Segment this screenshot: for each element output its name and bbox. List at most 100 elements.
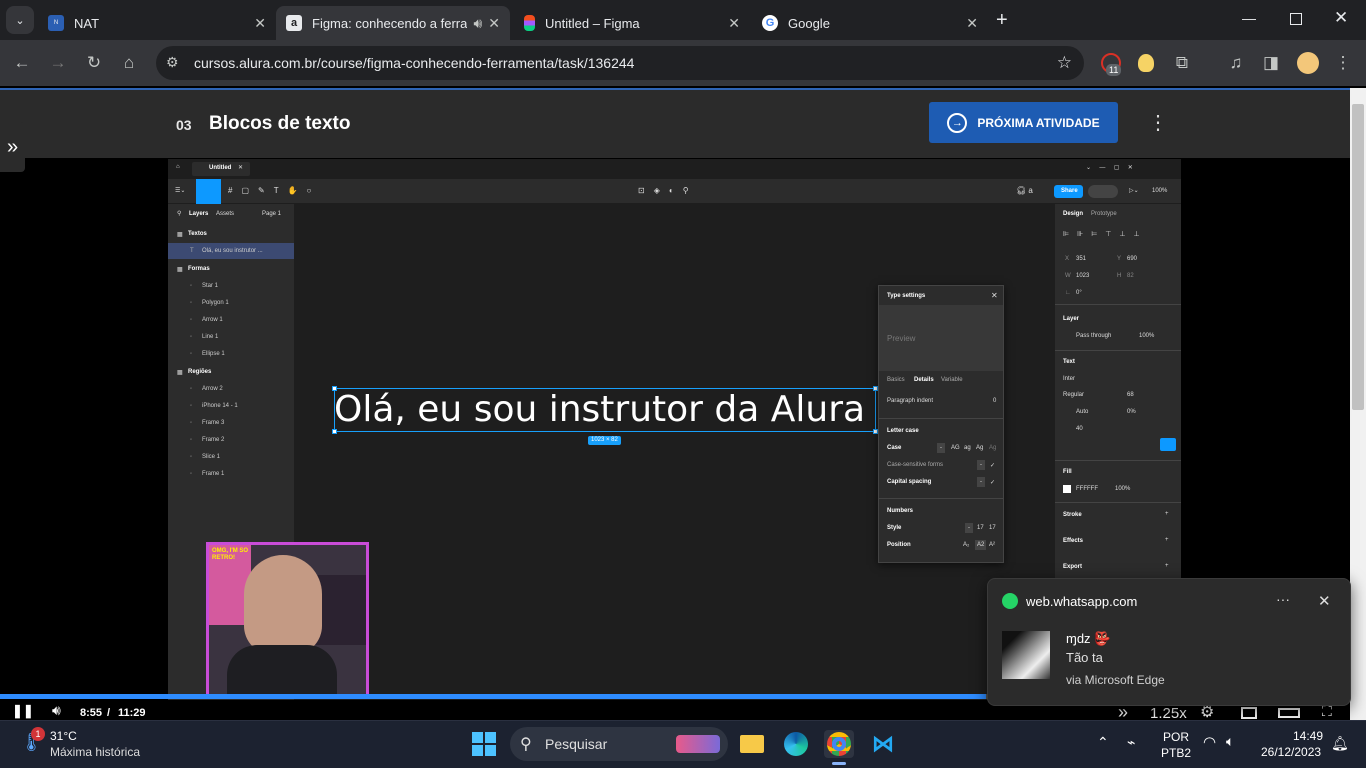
letter-case-heading: Letter case: [887, 428, 919, 434]
file-explorer-icon[interactable]: [737, 730, 767, 758]
style-option: 17: [977, 525, 984, 531]
layer-label: Formas: [188, 266, 210, 272]
arrow-right-circle-icon: →: [947, 112, 968, 133]
notification-more-icon[interactable]: ···: [1276, 591, 1290, 607]
taskbar-search[interactable]: ⚲ Pesquisar: [510, 727, 728, 761]
browser-tab-figma[interactable]: Untitled – Figma ✕: [514, 6, 750, 40]
speaker-icon[interactable]: 🔈︎: [1226, 733, 1234, 750]
pause-icon[interactable]: ❚❚: [12, 703, 34, 719]
browser-tab-nat[interactable]: N NAT ✕: [38, 6, 276, 40]
windows-logo: [472, 732, 496, 756]
reload-icon[interactable]: ↻: [82, 53, 106, 73]
layer-label: iPhone 14 - 1: [202, 403, 238, 409]
forward-icon[interactable]: →: [46, 53, 70, 73]
site-info-icon[interactable]: ⚙: [166, 54, 179, 71]
h-value: 82: [1127, 273, 1134, 279]
back-icon[interactable]: ←: [10, 53, 34, 73]
restore-window-icon[interactable]: [1290, 13, 1302, 25]
extensions-puzzle-icon[interactable]: ⧉: [1170, 53, 1194, 73]
video-progress-fill: [0, 694, 986, 699]
layer-label: Slice 1: [202, 454, 221, 460]
paragraph-indent-value: 0: [993, 398, 997, 404]
notification-close-icon[interactable]: ✕: [1318, 592, 1331, 610]
profile-avatar[interactable]: [1297, 52, 1319, 74]
chrome-menu-icon[interactable]: ⋮: [1331, 53, 1355, 73]
current-time: 8:55: [80, 707, 103, 719]
minimize-window-icon[interactable]: —: [1242, 10, 1256, 26]
notification-message: Tão ta: [1066, 650, 1103, 665]
url-text: cursos.alura.com.br/course/figma-conhece…: [194, 55, 635, 71]
figma-file-tab-label: Untitled: [209, 165, 232, 171]
clock-time[interactable]: 14:49: [1293, 729, 1323, 743]
frame-icon: ▦: [177, 369, 183, 376]
type-tab-details: Details: [914, 377, 934, 383]
more-options-icon[interactable]: ⋮: [1148, 110, 1168, 135]
language-1[interactable]: POR: [1163, 730, 1189, 744]
layer-label: Frame 2: [202, 437, 225, 443]
browser-tab-google[interactable]: G Google ✕: [752, 6, 988, 40]
layer-label: Star 1: [202, 283, 219, 289]
bulb-extension-icon[interactable]: [1138, 54, 1154, 72]
edge-browser-icon[interactable]: [781, 730, 811, 758]
close-tab-icon[interactable]: ✕: [488, 15, 500, 32]
design-tab: Design: [1063, 211, 1084, 217]
shape-icon: ◦: [190, 317, 193, 323]
divider: [1055, 304, 1181, 305]
position-option: A²: [989, 542, 995, 548]
new-tab-button[interactable]: +: [996, 9, 1008, 32]
close-tab-icon[interactable]: ✕: [966, 15, 978, 32]
activity-title: Blocos de texto: [209, 113, 351, 134]
tab-search-button[interactable]: ⌄: [6, 6, 34, 34]
whatsapp-icon: [1002, 593, 1018, 609]
side-panel-icon[interactable]: ◨: [1259, 53, 1283, 73]
notification-bell-icon[interactable]: 🔔︎: [1331, 735, 1349, 752]
media-control-icon[interactable]: ♫: [1224, 53, 1248, 73]
selection-size-badge: 1023 × 82: [588, 436, 621, 445]
scrollbar-thumb[interactable]: [1352, 104, 1364, 410]
expand-sidebar-icon[interactable]: »: [0, 122, 25, 172]
close-window-icon[interactable]: ✕: [1334, 8, 1348, 28]
vscode-shape: ⋈: [872, 731, 894, 756]
divider: [879, 418, 1003, 419]
y-value: 690: [1127, 256, 1138, 262]
notification-source: web.whatsapp.com: [1026, 594, 1138, 609]
show-hidden-icons-icon[interactable]: ⌃: [1097, 734, 1109, 751]
bookmark-star-icon[interactable]: ☆: [1057, 53, 1072, 73]
layer-label: Line 1: [202, 334, 219, 340]
weather-badge: 1: [31, 727, 45, 741]
chrome-taskbar-icon[interactable]: [824, 730, 854, 758]
browser-tab-strip: ⌄ N NAT ✕ a Figma: conhecendo a ferramen…: [0, 0, 1366, 40]
text-layer-icon: T: [190, 248, 194, 254]
x-value: 351: [1076, 256, 1087, 262]
effects-heading: Effects: [1063, 538, 1084, 544]
divider: [879, 498, 1003, 499]
vscode-icon[interactable]: ⋈: [868, 730, 898, 758]
browser-tab-alura[interactable]: a Figma: conhecendo a ferramenta 🔊︎ ✕: [276, 6, 510, 40]
divider: [1055, 502, 1181, 503]
clock-date[interactable]: 26/12/2023: [1261, 745, 1321, 759]
layer-opacity: 100%: [1139, 333, 1155, 339]
close-tab-icon[interactable]: ✕: [728, 15, 740, 32]
next-activity-button[interactable]: → PRÓXIMA ATIVIDADE: [929, 102, 1118, 143]
volume-icon[interactable]: 🔊︎: [52, 702, 61, 719]
language-2[interactable]: PTB2: [1161, 746, 1191, 760]
network-off-icon[interactable]: ⌁: [1127, 734, 1135, 751]
shape-icon: ◦: [190, 386, 193, 392]
style-option: 17: [989, 525, 996, 531]
wifi-icon[interactable]: ◠: [1203, 733, 1216, 751]
layer-item: ◦ Frame 3: [168, 415, 294, 431]
speaker-icon[interactable]: 🔊︎: [473, 15, 482, 32]
windows-start-icon[interactable]: [469, 730, 499, 758]
font-weight-value: Regular: [1063, 392, 1085, 398]
picture-in-picture-icon[interactable]: [1241, 707, 1257, 719]
layer-item: ◦ Star 1: [168, 278, 294, 294]
home-icon[interactable]: ⌂: [117, 53, 141, 73]
whatsapp-notification[interactable]: web.whatsapp.com ··· ✕ ɱdz 👺 Tão ta via …: [987, 578, 1351, 706]
check-icon: ✓: [990, 463, 996, 469]
address-bar[interactable]: ⚙ cursos.alura.com.br/course/figma-conhe…: [156, 46, 1084, 80]
tab-title: Figma: conhecendo a ferramenta: [312, 15, 468, 31]
case-option: AG: [951, 445, 960, 451]
close-tab-icon[interactable]: ✕: [254, 15, 266, 32]
layer-label: Polygon 1: [202, 300, 229, 306]
theater-mode-icon[interactable]: [1278, 708, 1300, 718]
